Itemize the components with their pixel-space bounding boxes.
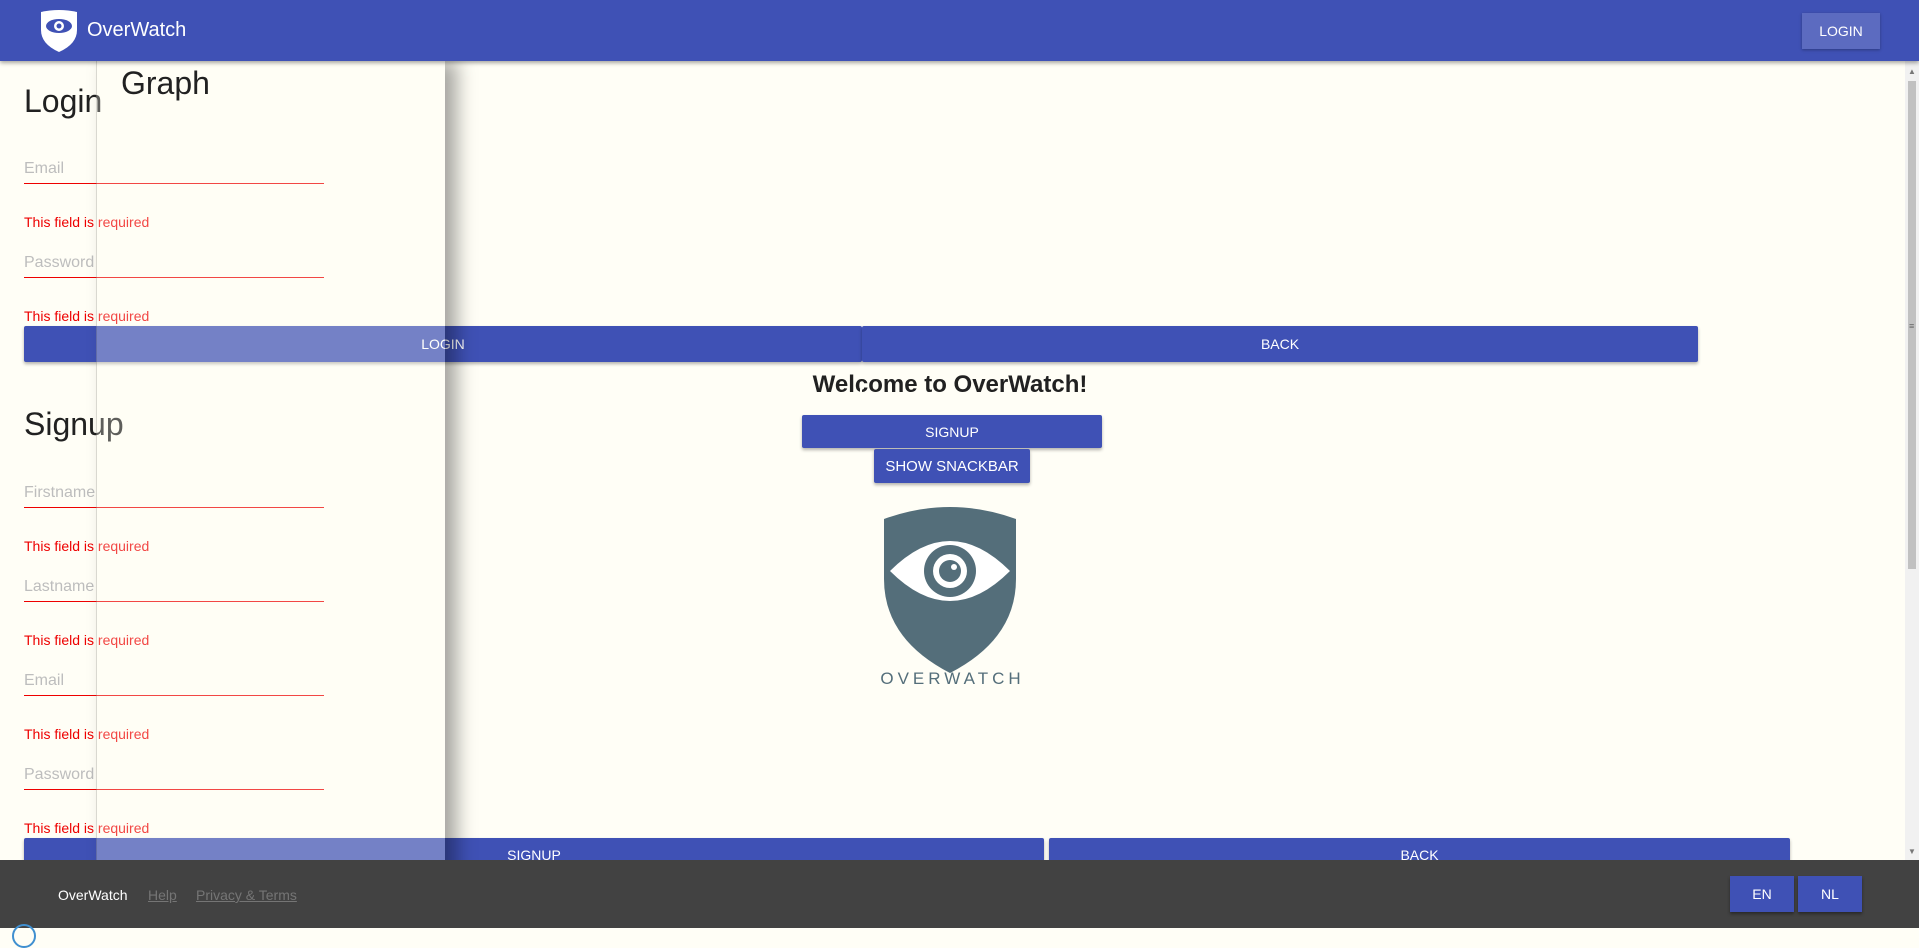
footer-brand: OverWatch (58, 887, 128, 903)
footer: OverWatch Help Privacy & Terms EN NL (0, 860, 1919, 928)
lang-en-button[interactable]: EN (1730, 876, 1794, 912)
header-login-button[interactable]: LOGIN (1802, 13, 1880, 49)
lang-nl-button[interactable]: NL (1798, 876, 1862, 912)
drawer-title: Graph (121, 65, 210, 101)
brand-name[interactable]: OverWatch (87, 19, 186, 42)
top-app-bar: OverWatch LOGIN (0, 0, 1919, 61)
login-heading: Login (24, 83, 103, 119)
login-back-button[interactable]: BACK (862, 326, 1698, 362)
shield-eye-icon (41, 10, 77, 52)
vertical-scrollbar[interactable]: ▲ ≡ ▼ (1905, 61, 1919, 860)
scroll-grip-icon: ≡ (1909, 321, 1915, 331)
graph-drawer[interactable]: Graph (96, 61, 445, 882)
scroll-down-icon[interactable]: ▼ (1908, 847, 1916, 856)
scroll-up-icon[interactable]: ▲ (1908, 67, 1916, 76)
footer-privacy-link[interactable]: Privacy & Terms (196, 887, 297, 903)
button-separator (860, 389, 862, 409)
footer-help-link[interactable]: Help (148, 887, 177, 903)
